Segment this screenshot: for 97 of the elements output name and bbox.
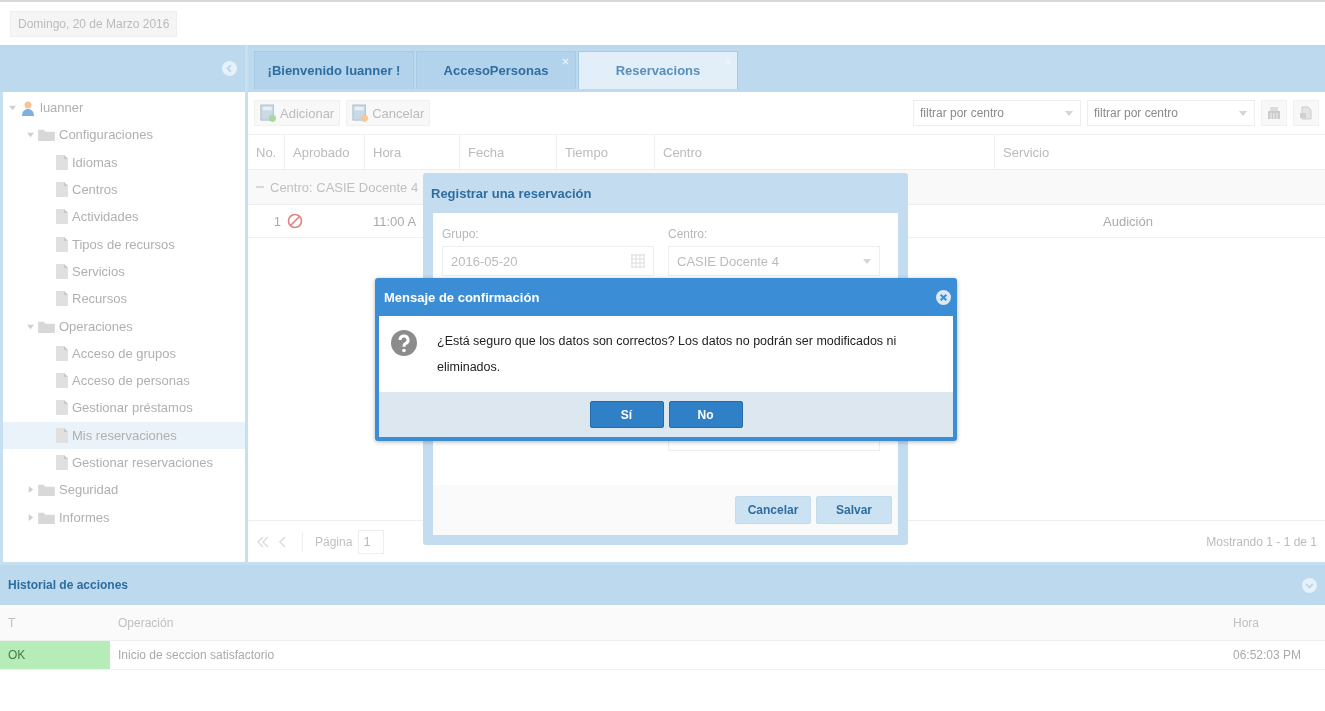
folder-icon: [38, 510, 55, 524]
column-header[interactable]: Operación: [110, 605, 1225, 640]
collapse-icon[interactable]: [222, 61, 237, 76]
group-label: Centro: CASIE Docente 4: [270, 179, 419, 195]
dialog-title: Mensaje de confirmación: [384, 289, 540, 305]
date-label: Domingo, 20 de Marzo 2016: [10, 10, 178, 37]
document-icon: [56, 182, 68, 198]
filter-dropdown[interactable]: filtrar por centro: [913, 100, 1081, 126]
column-header[interactable]: Centro: [655, 135, 995, 169]
dialog-button[interactable]: No: [668, 401, 743, 428]
status-cell: OK: [0, 641, 110, 669]
table-cell-text: 06:52:03 PM: [1232, 647, 1303, 664]
column-header[interactable]: Fecha: [460, 135, 557, 169]
select-field[interactable]: CASIE Docente 4: [668, 246, 880, 276]
dialog-message: ¿Está seguro que los datos son correctos? Los datos no podrán ser modificados ni eliminados.: [437, 333, 898, 376]
tab-label: Reservacions: [615, 63, 701, 78]
add-document-icon: [260, 104, 276, 122]
table-cell-text: Audición: [1102, 213, 1154, 229]
document-icon: [1299, 106, 1313, 120]
expanded-icon[interactable]: [27, 322, 34, 330]
folder-icon: [38, 319, 55, 333]
table-cell-text: 11:00 A: [372, 213, 418, 229]
collapse-icon[interactable]: [256, 183, 264, 191]
page-summary: Mostrando 1 - 1 de 1: [1206, 534, 1317, 549]
tree-item[interactable]: Actividades: [3, 203, 245, 231]
building-icon: [1267, 106, 1281, 120]
tree-item[interactable]: luanner: [3, 94, 245, 122]
user-icon: [20, 99, 36, 116]
tree-item[interactable]: Idiomas: [3, 148, 245, 176]
document-icon: [56, 455, 68, 470]
caret-icon: [1065, 111, 1073, 116]
column-header[interactable]: Hora: [1225, 605, 1325, 640]
dialog-button[interactable]: Sí: [589, 401, 664, 428]
folder-icon: [38, 128, 55, 142]
document-icon: [56, 263, 68, 279]
column-header[interactable]: Servicio: [995, 135, 1325, 169]
document-icon: [56, 427, 68, 443]
expanded-icon[interactable]: [27, 131, 34, 139]
table-cell-text: Inicio de seccion satisfactorio: [117, 647, 276, 664]
field-label: Centro:: [668, 227, 709, 241]
column-header[interactable]: No.: [248, 135, 285, 169]
tree-item[interactable]: Gestionar préstamos: [3, 394, 245, 422]
tree-item[interactable]: Gestionar reservaciones: [3, 448, 245, 477]
filter-dropdown[interactable]: filtrar por centro: [1087, 100, 1255, 126]
tree-item[interactable]: Servicios: [3, 257, 245, 286]
tree-item[interactable]: Seguridad: [3, 476, 245, 504]
document-icon: [56, 400, 68, 416]
document-icon: [56, 291, 68, 307]
cancel-document-icon: [352, 104, 369, 122]
expanded-icon[interactable]: [9, 104, 16, 112]
collapsed-icon[interactable]: [27, 486, 34, 494]
first-page-icon[interactable]: [256, 534, 270, 549]
toolbar-button[interactable]: Adicionar: [254, 100, 341, 126]
question-icon: [391, 330, 417, 356]
page-field[interactable]: 1: [358, 529, 385, 554]
tree-item[interactable]: Operaciones: [3, 312, 245, 340]
tab[interactable]: ¡Bienvenido luanner !: [254, 51, 414, 89]
icon-button[interactable]: [1293, 100, 1319, 126]
tree-item[interactable]: Configuraciones: [3, 121, 245, 149]
document-icon: [56, 209, 68, 225]
caret-icon: [863, 258, 871, 264]
folder-icon: [38, 483, 55, 497]
table-cell-text: 1: [272, 213, 282, 229]
collapsed-icon[interactable]: [27, 513, 34, 521]
document-icon: [56, 236, 68, 252]
field-label: Grupo:: [442, 227, 480, 241]
panel-title: Historial de acciones: [8, 578, 129, 592]
tab-label: ¡Bienvenido luanner !: [267, 63, 401, 78]
tab-label: AccesoPersonas: [443, 63, 549, 78]
icon-button[interactable]: [1261, 100, 1287, 126]
close-icon[interactable]: [936, 289, 951, 305]
tree-item[interactable]: Mis reservaciones: [3, 421, 245, 449]
column-header[interactable]: T: [0, 605, 110, 640]
date-field[interactable]: 2016-05-20: [442, 246, 654, 276]
column-header[interactable]: Hora: [365, 135, 460, 169]
dialog-button[interactable]: Salvar: [816, 496, 892, 524]
tree-item[interactable]: Informes: [3, 503, 245, 531]
tab[interactable]: AccesoPersonas: [416, 51, 576, 89]
caret-icon: [1239, 111, 1247, 116]
column-header[interactable]: Aprobado: [285, 135, 365, 169]
column-header[interactable]: Tiempo: [557, 135, 655, 169]
dialog-button[interactable]: Cancelar: [735, 496, 811, 524]
tab[interactable]: Reservacions: [578, 51, 738, 89]
page-label: Página: [315, 534, 353, 549]
tree-item[interactable]: Recursos: [3, 285, 245, 313]
document-icon: [56, 154, 68, 170]
tree-item[interactable]: Centros: [3, 175, 245, 204]
close-icon[interactable]: [562, 58, 569, 65]
dialog-title: Registrar una reservación: [431, 184, 593, 203]
toolbar-button[interactable]: Cancelar: [346, 100, 431, 126]
tree-item[interactable]: Acceso de grupos: [3, 339, 245, 367]
document-icon: [56, 373, 68, 389]
expand-icon[interactable]: [1302, 577, 1317, 593]
tree-item[interactable]: Tipos de recursos: [3, 230, 245, 258]
calendar-icon[interactable]: [631, 254, 645, 268]
tree-item[interactable]: Acceso de personas: [3, 366, 245, 395]
document-icon: [56, 345, 68, 361]
